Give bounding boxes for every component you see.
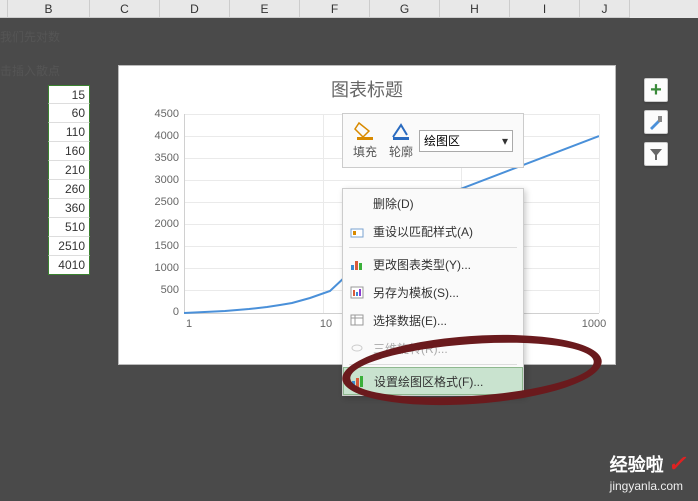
menu-format-plot-area[interactable]: 设置绘图区格式(F)...: [343, 367, 523, 395]
brush-icon: [648, 114, 664, 130]
rotate-3d-icon: [349, 340, 365, 356]
chart-styles-button[interactable]: [644, 110, 668, 134]
cell[interactable]: 4010: [48, 256, 90, 275]
chart-elements-button[interactable]: +: [644, 78, 668, 102]
x-tick: 10: [311, 318, 341, 330]
check-icon: ✓: [668, 451, 686, 476]
watermark: 经验啦 ✓ jingyanla.com: [610, 451, 686, 493]
context-menu: 删除(D) 重设以匹配样式(A) 更改图表类型(Y)... 另存为模板(S)..…: [342, 188, 524, 396]
menu-select-data[interactable]: 选择数据(E)...: [343, 306, 523, 334]
plus-icon: +: [650, 79, 662, 102]
y-tick: 500: [149, 284, 179, 296]
instruction-text-1: 我们先对数: [0, 28, 60, 45]
outline-icon: [389, 121, 413, 143]
menu-change-chart-type[interactable]: 更改图表类型(Y)...: [343, 250, 523, 278]
cell[interactable]: 110: [48, 123, 90, 142]
y-tick: 1000: [149, 262, 179, 274]
cell[interactable]: 15: [48, 85, 90, 104]
col-header-c[interactable]: C: [90, 0, 160, 18]
cell[interactable]: 60: [48, 104, 90, 123]
chart-filter-button[interactable]: [644, 142, 668, 166]
filter-icon: [648, 146, 664, 162]
chart-area-dropdown[interactable]: 绘图区: [419, 130, 513, 152]
y-tick: 4500: [149, 108, 179, 120]
cell[interactable]: 510: [48, 218, 90, 237]
menu-save-template[interactable]: 另存为模板(S)...: [343, 278, 523, 306]
outline-button[interactable]: 轮廓: [383, 121, 419, 160]
x-tick: 1: [179, 318, 199, 330]
cell[interactable]: 2510: [48, 237, 90, 256]
col-header-d[interactable]: D: [160, 0, 230, 18]
select-data-icon: [349, 312, 365, 328]
mini-toolbar: 填充 轮廓 绘图区: [342, 113, 524, 168]
format-icon: [350, 373, 366, 389]
x-tick: 1000: [574, 318, 614, 330]
y-tick: 1500: [149, 240, 179, 252]
template-icon: [349, 284, 365, 300]
fill-button[interactable]: 填充: [347, 121, 383, 160]
col-header-g[interactable]: G: [370, 0, 440, 18]
menu-reset-style[interactable]: 重设以匹配样式(A): [343, 217, 523, 245]
col-header-e[interactable]: E: [230, 0, 300, 18]
cell[interactable]: 360: [48, 199, 90, 218]
data-column[interactable]: 15 60 110 160 210 260 360 510 2510 4010: [48, 85, 90, 275]
cell[interactable]: 210: [48, 161, 90, 180]
col-header-j[interactable]: J: [580, 0, 630, 18]
cell[interactable]: 160: [48, 142, 90, 161]
menu-delete[interactable]: 删除(D): [343, 189, 523, 217]
y-tick: 0: [149, 306, 179, 318]
reset-icon: [349, 223, 365, 239]
fill-icon: [353, 121, 377, 143]
y-tick: 3500: [149, 152, 179, 164]
y-tick: 4000: [149, 130, 179, 142]
cell[interactable]: 260: [48, 180, 90, 199]
col-header-b[interactable]: B: [8, 0, 90, 18]
col-header-i[interactable]: I: [510, 0, 580, 18]
col-header-h[interactable]: H: [440, 0, 510, 18]
chart-title[interactable]: 图表标题: [119, 76, 615, 102]
menu-3d-rotate[interactable]: 三维旋转(R)...: [343, 334, 523, 362]
col-header-f[interactable]: F: [300, 0, 370, 18]
y-tick: 2500: [149, 196, 179, 208]
chart-type-icon: [349, 256, 365, 272]
y-tick: 3000: [149, 174, 179, 186]
y-tick: 2000: [149, 218, 179, 230]
instruction-text-2: 击插入散点: [0, 62, 60, 79]
